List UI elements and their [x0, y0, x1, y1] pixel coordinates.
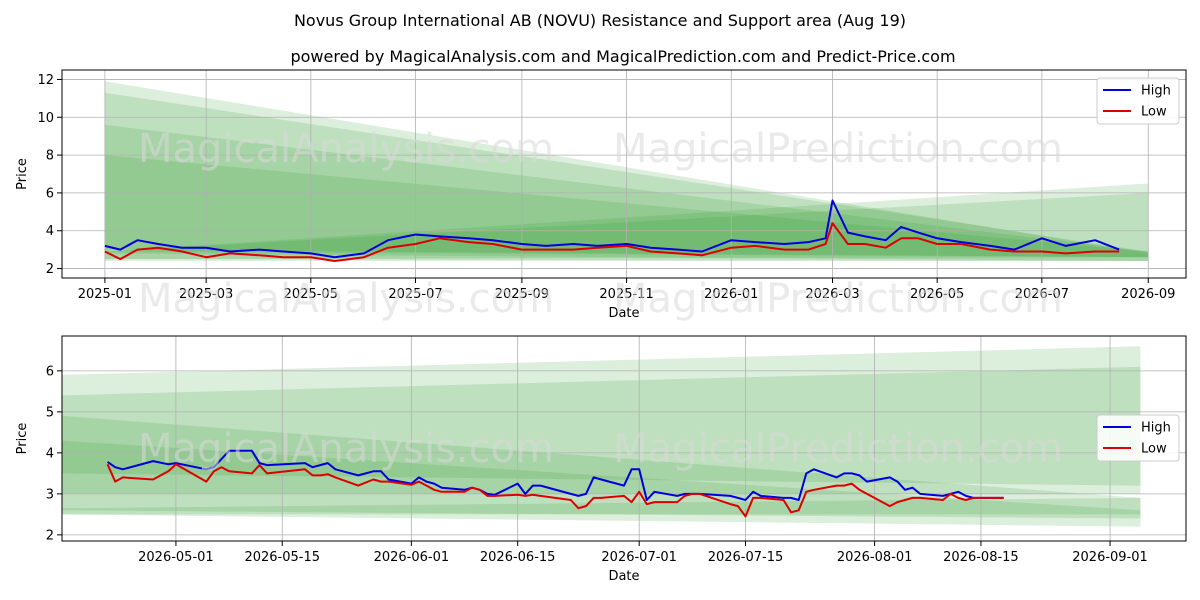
x-tick-label: 2026-05-01 — [138, 550, 214, 565]
chart: Novus Group International AB (NOVU) Resi… — [15, 11, 1187, 584]
x-tick-label: 2026-07-15 — [708, 550, 784, 565]
y-tick-label: 6 — [46, 186, 54, 201]
legend-label-low: Low — [1141, 442, 1167, 457]
watermark: MagicalPrediction.com — [613, 276, 1063, 322]
y-tick-label: 6 — [46, 364, 54, 379]
y-tick-label: 2 — [46, 262, 54, 277]
y-axis-label: Price — [15, 158, 30, 190]
x-axis-label: Date — [608, 569, 639, 584]
watermark: MagicalPrediction.com — [613, 126, 1063, 172]
y-tick-label: 12 — [37, 73, 54, 88]
watermark: MagicalPrediction.com — [613, 426, 1063, 472]
y-tick-label: 4 — [46, 446, 54, 461]
legend-label-high: High — [1141, 421, 1171, 436]
y-tick-label: 10 — [37, 111, 54, 126]
chart-title: Novus Group International AB (NOVU) Resi… — [294, 11, 906, 30]
x-tick-label: 2026-05-15 — [244, 550, 320, 565]
x-tick-label: 2026-06-01 — [374, 550, 450, 565]
x-tick-label: 2025-01 — [78, 287, 132, 302]
watermark: MagicalAnalysis.com — [138, 276, 554, 322]
y-tick-label: 3 — [46, 487, 54, 502]
y-tick-label: 5 — [46, 405, 54, 420]
x-tick-label: 2026-08-15 — [943, 550, 1019, 565]
y-tick-label: 2 — [46, 528, 54, 543]
y-tick-label: 8 — [46, 149, 54, 164]
watermark: MagicalAnalysis.com — [138, 126, 554, 172]
legend-label-low: Low — [1141, 105, 1167, 120]
x-tick-label: 2026-09-01 — [1072, 550, 1148, 565]
y-axis-label: Price — [15, 423, 30, 455]
x-tick-label: 2026-09 — [1121, 287, 1175, 302]
x-tick-label: 2026-07-01 — [601, 550, 677, 565]
legend-label-high: High — [1141, 84, 1171, 99]
legend: High Low — [1096, 414, 1180, 462]
x-tick-label: 2026-08-01 — [837, 550, 913, 565]
watermark: MagicalAnalysis.com — [138, 426, 554, 472]
chart-subtitle: powered by MagicalAnalysis.com and Magic… — [290, 47, 955, 66]
legend: High Low — [1096, 77, 1180, 125]
panel-bottom: 2026-05-01 2026-05-15 2026-06-01 2026-06-15… — [15, 335, 1187, 584]
x-tick-label: 2026-06-15 — [480, 550, 556, 565]
panel-top: 2025-01 2025-03 2025-05 2025-07 2025-09 2025-… — [15, 69, 1187, 322]
y-tick-label: 4 — [46, 224, 54, 239]
